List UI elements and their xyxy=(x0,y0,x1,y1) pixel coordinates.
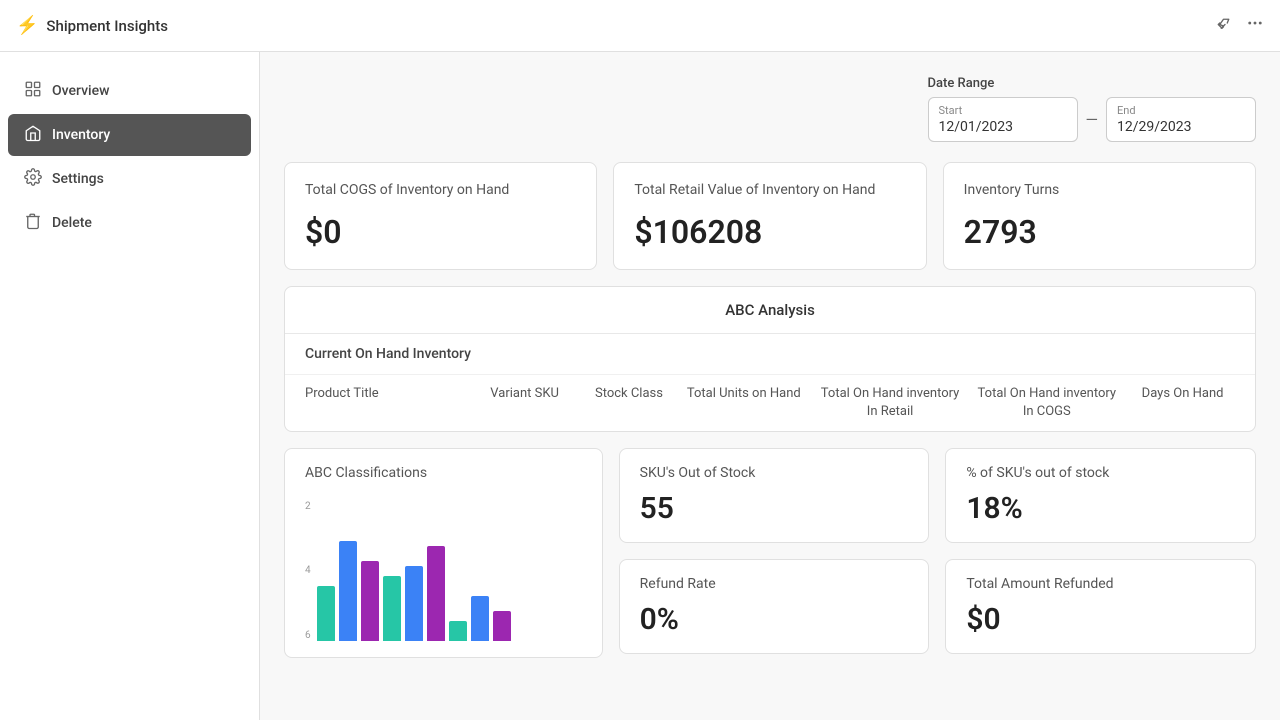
bottom-right-bottom: Refund Rate 0% Total Amount Refunded $0 xyxy=(619,559,1256,654)
sidebar-item-label-delete: Delete xyxy=(52,215,92,231)
abc-analysis-section: ABC Analysis Current On Hand Inventory P… xyxy=(284,286,1256,432)
stat-card-value-retail: $106208 xyxy=(634,213,905,251)
skus-out-title: SKU's Out of Stock xyxy=(640,465,909,481)
stat-card-title-retail: Total Retail Value of Inventory on Hand xyxy=(634,181,905,201)
sidebar-item-inventory[interactable]: Inventory xyxy=(8,114,251,156)
y-label-6: 6 xyxy=(305,630,311,641)
end-label: End xyxy=(1117,104,1245,117)
sidebar-item-label-inventory: Inventory xyxy=(52,127,110,143)
topbar-left: ⚡ Shipment Insights xyxy=(16,15,168,36)
settings-icon xyxy=(24,168,42,190)
overview-icon xyxy=(24,80,42,102)
bar-group-8 xyxy=(493,611,511,641)
sidebar-item-label-settings: Settings xyxy=(52,171,104,187)
sidebar-item-overview[interactable]: Overview xyxy=(8,70,251,112)
bar-group-4 xyxy=(405,566,423,641)
bar-2 xyxy=(361,561,379,641)
abc-subsection-title: Current On Hand Inventory xyxy=(285,334,1255,375)
total-refunded-title: Total Amount Refunded xyxy=(966,576,1235,592)
col-on-hand-retail: Total On Hand inventory In Retail xyxy=(817,385,964,421)
stat-card-total-retail: Total Retail Value of Inventory on Hand … xyxy=(613,162,926,270)
skus-out-of-stock-card: SKU's Out of Stock 55 xyxy=(619,448,930,543)
lightning-icon: ⚡ xyxy=(16,15,38,36)
end-date-value: 12/29/2023 xyxy=(1117,119,1245,135)
refund-rate-value: 0% xyxy=(640,602,909,637)
table-header: Product Title Variant SKU Stock Class To… xyxy=(285,375,1255,431)
sidebar-item-label-overview: Overview xyxy=(52,83,109,99)
inventory-icon xyxy=(24,124,42,146)
bar-5 xyxy=(427,546,445,641)
col-on-hand-cogs: Total On Hand inventory In COGS xyxy=(973,385,1120,421)
col-total-units: Total Units on Hand xyxy=(681,385,807,421)
stat-card-total-cogs: Total COGS of Inventory on Hand $0 xyxy=(284,162,597,270)
abc-classifications-card: ABC Classifications 6 4 2 xyxy=(284,448,603,658)
bar-group-3 xyxy=(383,576,401,641)
col-variant-sku: Variant SKU xyxy=(472,385,577,421)
pin-icon[interactable] xyxy=(1216,14,1234,37)
bar-group-6 xyxy=(449,621,467,641)
bars-container xyxy=(317,501,582,641)
y-label-2: 2 xyxy=(305,501,311,512)
sidebar: Overview Inventory Settings Delete xyxy=(0,52,260,720)
y-label-4: 4 xyxy=(305,565,311,576)
start-date-value: 12/01/2023 xyxy=(939,119,1067,135)
main-layout: Overview Inventory Settings Delete xyxy=(0,52,1280,720)
date-range-inputs: Start 12/01/2023 — End 12/29/2023 xyxy=(928,97,1257,142)
bar-8 xyxy=(493,611,511,641)
start-date-input[interactable]: Start 12/01/2023 xyxy=(928,97,1078,142)
col-days-on-hand: Days On Hand xyxy=(1130,385,1235,421)
date-range-wrapper: Date Range Start 12/01/2023 — End 12/29/… xyxy=(928,76,1257,142)
bar-4 xyxy=(405,566,423,641)
stat-card-value-turns: 2793 xyxy=(964,213,1235,251)
pct-sku-out-card: % of SKU's out of stock 18% xyxy=(945,448,1256,543)
refund-rate-title: Refund Rate xyxy=(640,576,909,592)
y-labels: 6 4 2 xyxy=(305,501,317,641)
pct-sku-out-title: % of SKU's out of stock xyxy=(966,465,1235,481)
stat-cards-row: Total COGS of Inventory on Hand $0 Total… xyxy=(284,162,1256,270)
pct-sku-out-value: 18% xyxy=(966,491,1235,526)
bar-group-0 xyxy=(317,586,335,641)
stat-card-inventory-turns: Inventory Turns 2793 xyxy=(943,162,1256,270)
bar-group-2 xyxy=(361,561,379,641)
delete-icon xyxy=(24,212,42,234)
col-product-title: Product Title xyxy=(305,385,462,421)
bar-6 xyxy=(449,621,467,641)
sidebar-item-delete[interactable]: Delete xyxy=(8,202,251,244)
total-refunded-value: $0 xyxy=(966,602,1235,637)
date-range-section: Date Range Start 12/01/2023 — End 12/29/… xyxy=(284,76,1256,142)
bar-group-5 xyxy=(427,546,445,641)
stat-card-title-turns: Inventory Turns xyxy=(964,181,1235,201)
bottom-section: ABC Classifications 6 4 2 xyxy=(284,448,1256,658)
stat-card-value-cogs: $0 xyxy=(305,213,576,251)
refund-rate-card: Refund Rate 0% xyxy=(619,559,930,654)
main-content: Date Range Start 12/01/2023 — End 12/29/… xyxy=(260,52,1280,720)
bottom-right: SKU's Out of Stock 55 % of SKU's out of … xyxy=(619,448,1256,658)
bar-group-7 xyxy=(471,596,489,641)
bar-1 xyxy=(339,541,357,641)
bottom-right-top: SKU's Out of Stock 55 % of SKU's out of … xyxy=(619,448,1256,543)
bar-3 xyxy=(383,576,401,641)
more-menu-icon[interactable] xyxy=(1246,14,1264,37)
start-label: Start xyxy=(939,104,1067,117)
date-range-label: Date Range xyxy=(928,76,1257,91)
end-date-input[interactable]: End 12/29/2023 xyxy=(1106,97,1256,142)
bar-group-1 xyxy=(339,541,357,641)
stat-card-title-cogs: Total COGS of Inventory on Hand xyxy=(305,181,576,201)
skus-out-value: 55 xyxy=(640,491,909,526)
sidebar-item-settings[interactable]: Settings xyxy=(8,158,251,200)
col-stock-class: Stock Class xyxy=(587,385,671,421)
date-separator: — xyxy=(1086,110,1099,129)
abc-classifications-title: ABC Classifications xyxy=(305,465,582,481)
topbar: ⚡ Shipment Insights xyxy=(0,0,1280,52)
abc-section-header: ABC Analysis xyxy=(285,287,1255,334)
app-title: Shipment Insights xyxy=(46,17,168,35)
bar-0 xyxy=(317,586,335,641)
total-refunded-card: Total Amount Refunded $0 xyxy=(945,559,1256,654)
chart-area: 6 4 2 xyxy=(305,491,582,641)
bar-7 xyxy=(471,596,489,641)
topbar-right xyxy=(1216,14,1264,37)
